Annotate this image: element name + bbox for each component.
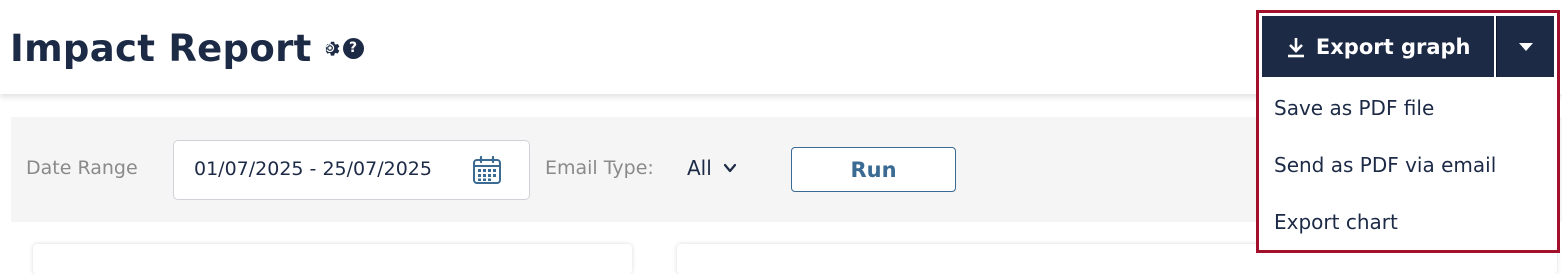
export-graph-label: Export graph	[1315, 34, 1471, 59]
page-title: Impact Report	[10, 26, 312, 70]
export-button-row: Export graph	[1262, 16, 1554, 77]
email-type-label: Email Type:	[545, 157, 654, 179]
report-card-left	[33, 244, 632, 274]
menu-item-export-chart[interactable]: Export chart	[1262, 193, 1554, 250]
help-icon[interactable]: ?	[342, 37, 364, 59]
date-range-input[interactable]: 01/07/2025 - 25/07/2025	[173, 140, 530, 200]
chevron-down-icon	[722, 160, 738, 176]
title-wrap: Impact Report ?	[10, 22, 364, 74]
gear-icon[interactable]	[320, 38, 340, 58]
export-dropdown-toggle[interactable]	[1496, 16, 1554, 77]
run-button[interactable]: Run	[791, 147, 956, 192]
caret-down-icon	[1518, 42, 1533, 51]
email-type-select[interactable]: All	[687, 153, 738, 183]
download-icon	[1286, 36, 1306, 58]
menu-item-send-pdf-email[interactable]: Send as PDF via email	[1262, 136, 1554, 193]
email-type-value: All	[687, 156, 712, 180]
export-dropdown-menu: Save as PDF file Send as PDF via email E…	[1262, 79, 1554, 250]
export-graph-button[interactable]: Export graph	[1262, 16, 1495, 77]
date-range-value: 01/07/2025 - 25/07/2025	[194, 158, 432, 180]
export-dropdown-group: Export graph Save as PDF file Send as PD…	[1256, 10, 1560, 253]
calendar-icon[interactable]	[471, 154, 503, 186]
menu-item-save-pdf[interactable]: Save as PDF file	[1262, 79, 1554, 136]
date-range-label: Date Range	[26, 157, 138, 179]
